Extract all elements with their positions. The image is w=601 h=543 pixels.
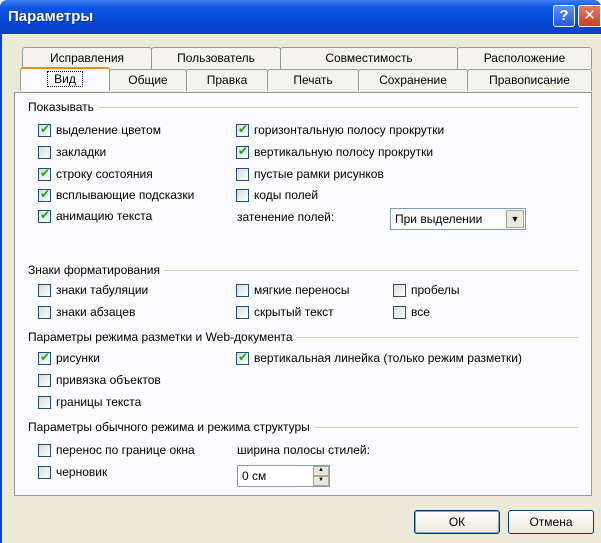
checkbox-drawings-label: рисунки (56, 351, 100, 365)
checkbox-bookmarks[interactable]: закладки (38, 145, 106, 159)
options-window: Параметры ? ✕ Исправления Пользователь С… (0, 0, 601, 543)
group-line-show (28, 107, 578, 108)
checkbox-vertical-scrollbar-box[interactable] (236, 144, 249, 159)
checkbox-vertical-scrollbar-label: вертикальную полосу прокрутки (254, 145, 434, 159)
ok-button[interactable]: ОК (414, 510, 500, 534)
checkbox-vertical-ruler[interactable]: вертикальная линейка (только режим разме… (236, 350, 522, 365)
checkbox-spaces-box[interactable] (393, 283, 406, 297)
cancel-button[interactable]: Отмена (508, 510, 594, 534)
checkbox-status-bar-box[interactable] (38, 166, 51, 181)
checkbox-tab-chars-box[interactable] (38, 283, 51, 297)
group-layout-label: Параметры режима разметки и Web-документ… (28, 330, 297, 344)
checkbox-text-boundaries-label: границы текста (56, 395, 142, 409)
checkbox-highlight-label: выделение цветом (56, 123, 161, 137)
checkbox-hidden-text[interactable]: скрытый текст (236, 305, 334, 319)
checkbox-text-boundaries[interactable]: границы текста (38, 395, 141, 409)
checkbox-highlight[interactable]: выделение цветом (38, 122, 161, 137)
group-show-label: Показывать (28, 100, 98, 114)
field-shading-select[interactable]: При выделении ▼ (390, 208, 526, 230)
checkbox-picture-placeholders-label: пустые рамки рисунков (254, 167, 384, 181)
checkbox-field-codes-label: коды полей (254, 188, 319, 202)
checkbox-status-bar[interactable]: строку состояния (38, 166, 153, 181)
group-format-label: Знаки форматирования (28, 263, 165, 277)
checkbox-all-label: все (411, 305, 430, 319)
checkbox-text-boundaries-box[interactable] (38, 395, 51, 409)
checkbox-text-animation[interactable]: анимацию текста (38, 208, 153, 223)
checkbox-vertical-scrollbar[interactable]: вертикальную полосу прокрутки (236, 144, 434, 159)
checkbox-picture-placeholders[interactable]: пустые рамки рисунков (236, 167, 384, 181)
spin-down-icon[interactable]: ▼ (313, 476, 329, 486)
checkbox-hidden-text-label: скрытый текст (254, 305, 334, 319)
panel-content: Показывать выделение цветом закладки стр… (0, 0, 601, 543)
checkbox-paragraph-marks-label: знаки абзацев (56, 305, 136, 319)
field-shading-label: затенение полей: (237, 210, 335, 224)
checkbox-soft-hyphens-label: мягкие переносы (254, 283, 350, 297)
checkbox-vertical-ruler-box[interactable] (236, 350, 249, 365)
checkbox-paragraph-marks[interactable]: знаки абзацев (38, 305, 135, 319)
checkbox-paragraph-marks-box[interactable] (38, 305, 51, 319)
checkbox-draft-font[interactable]: черновик (38, 465, 107, 479)
checkbox-soft-hyphens-box[interactable] (236, 283, 249, 297)
checkbox-wrap-to-window-box[interactable] (38, 443, 51, 457)
checkbox-spaces[interactable]: пробелы (393, 283, 460, 297)
spin-up-icon[interactable]: ▲ (313, 466, 329, 476)
checkbox-text-animation-box[interactable] (38, 208, 51, 223)
checkbox-all-box[interactable] (393, 305, 406, 319)
checkbox-hidden-text-box[interactable] (236, 305, 249, 319)
checkbox-object-anchors-box[interactable] (38, 373, 51, 387)
checkbox-tab-chars[interactable]: знаки табуляции (38, 283, 148, 297)
chevron-down-icon[interactable]: ▼ (506, 210, 524, 228)
checkbox-spaces-label: пробелы (411, 283, 460, 297)
checkbox-bookmarks-box[interactable] (38, 145, 51, 159)
checkbox-picture-placeholders-box[interactable] (236, 167, 249, 181)
checkbox-text-animation-label: анимацию текста (56, 209, 153, 223)
checkbox-wrap-to-window-label: перенос по границе окна (56, 443, 195, 457)
checkbox-field-codes-box[interactable] (236, 188, 249, 202)
checkbox-drawings[interactable]: рисунки (38, 350, 100, 365)
checkbox-tab-chars-label: знаки табуляции (56, 283, 149, 297)
checkbox-tooltips-label: всплывающие подсказки (56, 188, 195, 202)
checkbox-horizontal-scrollbar[interactable]: горизонтальную полосу прокрутки (236, 122, 445, 137)
checkbox-vertical-ruler-label: вертикальная линейка (только режим разме… (254, 351, 522, 365)
checkbox-horizontal-scrollbar-box[interactable] (236, 122, 249, 137)
checkbox-draft-font-label: черновик (56, 465, 108, 479)
checkbox-highlight-box[interactable] (38, 122, 51, 137)
checkbox-tooltips-box[interactable] (38, 187, 51, 202)
style-area-width-value: 0 см (242, 469, 267, 483)
checkbox-soft-hyphens[interactable]: мягкие переносы (236, 283, 350, 297)
checkbox-horizontal-scrollbar-label: горизонтальную полосу прокрутки (254, 123, 445, 137)
checkbox-object-anchors-label: привязка объектов (56, 373, 161, 387)
checkbox-object-anchors[interactable]: привязка объектов (38, 373, 161, 387)
spinner-buttons[interactable]: ▲ ▼ (313, 466, 329, 486)
checkbox-bookmarks-label: закладки (56, 145, 107, 159)
checkbox-tooltips[interactable]: всплывающие подсказки (38, 187, 195, 202)
checkbox-status-bar-label: строку состояния (56, 167, 153, 181)
checkbox-draft-font-box[interactable] (38, 465, 51, 479)
field-shading-value: При выделении (395, 212, 483, 226)
style-area-width-spinner[interactable]: 0 см ▲ ▼ (237, 465, 330, 487)
group-normal-label: Параметры обычного режима и режима струк… (28, 420, 314, 434)
checkbox-drawings-box[interactable] (38, 350, 51, 365)
checkbox-field-codes[interactable]: коды полей (236, 188, 318, 202)
checkbox-wrap-to-window[interactable]: перенос по границе окна (38, 443, 195, 457)
checkbox-all[interactable]: все (393, 305, 430, 319)
style-area-width-label: ширина полосы стилей: (237, 443, 370, 457)
